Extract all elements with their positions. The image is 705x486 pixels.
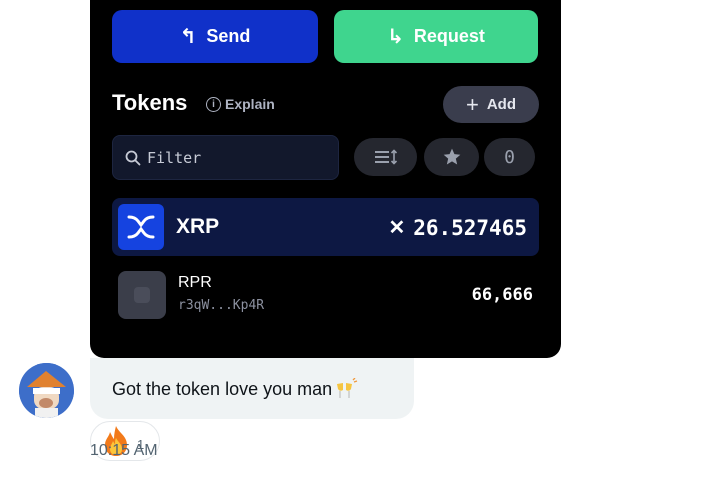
message-text: Got the token love you man [112,378,358,400]
send-button[interactable]: ↰ Send [112,10,318,63]
plus-icon: + [465,91,479,117]
token-balance-value: 66,666 [471,285,533,305]
xrp-logo-icon [118,204,164,250]
token-symbol: RPR [178,274,212,291]
filter-input[interactable] [147,148,327,167]
request-arrow-icon: ↳ [387,26,404,48]
favorites-button[interactable] [424,138,479,176]
sort-icon [374,149,397,165]
request-label: Request [413,26,485,46]
avatar-image-icon [19,363,74,418]
sort-button[interactable] [354,138,417,176]
explain-label: Explain [225,96,275,112]
token-symbol: XRP [176,215,220,238]
send-arrow-icon: ↰ [179,26,197,48]
count-badge[interactable]: 0 [484,138,535,176]
token-balance: ✕ 26.527465 [388,215,527,240]
token-placeholder-icon [118,271,166,319]
add-token-button[interactable]: + Add [443,86,539,123]
search-icon [125,150,141,165]
message-body: Got the token love you man [112,378,333,399]
send-label: Send [206,26,251,46]
token-row-xrp[interactable]: XRP ✕ 26.527465 [112,198,539,256]
xrp-mini-icon: ✕ [388,217,406,239]
wallet-screenshot: ↰ Send ↳ Request Tokens i Explain + Add [90,0,561,358]
explain-link[interactable]: i Explain [206,96,275,112]
filter-field[interactable] [112,135,339,180]
message-timestamp: 10:15 AM [90,442,158,459]
avatar[interactable] [19,363,74,418]
count-value: 0 [504,146,515,168]
request-button[interactable]: ↳ Request [334,10,538,63]
clinking-glasses-icon [337,378,358,398]
token-row-rpr[interactable]: RPR r3qW...Kp4R 66,666 [112,265,539,325]
token-balance-value: 26.527465 [413,215,527,240]
tokens-heading: Tokens [112,90,188,115]
add-label: Add [486,96,517,113]
star-icon [443,148,460,165]
info-icon: i [206,96,221,112]
token-issuer-address: r3qW...Kp4R [178,298,265,313]
